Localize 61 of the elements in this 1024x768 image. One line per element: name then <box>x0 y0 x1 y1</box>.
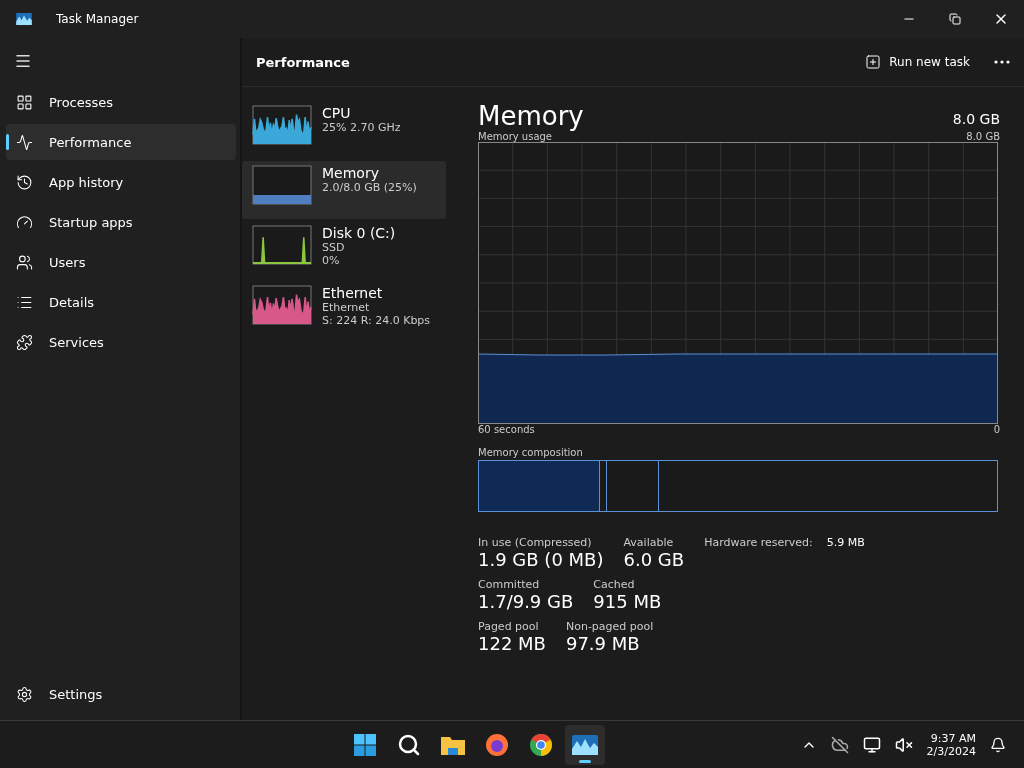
bell-icon[interactable] <box>990 736 1006 753</box>
network-icon[interactable] <box>862 735 881 754</box>
window-title: Task Manager <box>56 12 140 26</box>
stat-label: Hardware reserved: <box>704 536 813 551</box>
task-manager-icon <box>16 13 32 25</box>
page-title: Performance <box>256 54 351 70</box>
gauge-icon <box>16 213 33 231</box>
stat-label: Non-paged pool <box>565 620 654 633</box>
device-item[interactable]: Memory 2.0/8.0 GB (25%) <box>242 161 446 219</box>
device-item[interactable]: Disk 0 (C:) SSD 0% <box>242 221 446 279</box>
search-icon <box>397 732 422 757</box>
menu-icon <box>14 52 32 70</box>
grid-icon <box>16 93 33 111</box>
sidebar-item[interactable]: Services <box>6 324 236 360</box>
stat-label: Cached <box>593 578 636 591</box>
stat-value: 122 MB <box>478 633 546 654</box>
settings-button[interactable]: Settings <box>6 676 236 712</box>
sidebar-item[interactable]: Performance <box>6 124 236 160</box>
clock-date: 2/3/2024 <box>926 744 976 758</box>
more-icon <box>994 60 1010 64</box>
sidebar-item[interactable]: Startup apps <box>6 204 236 240</box>
restore-icon <box>949 13 961 25</box>
stat-value: 1.9 GB (0 MB) <box>478 549 604 570</box>
stat-label: Available <box>623 536 675 549</box>
history-icon <box>16 173 33 191</box>
run-new-task-button[interactable]: Run new task <box>859 53 976 71</box>
users-icon <box>16 253 33 271</box>
stat-value: 915 MB <box>593 591 662 612</box>
stat-label: In use (Compressed) <box>478 536 593 549</box>
sidebar-item[interactable]: Users <box>6 244 236 280</box>
taskbar-app[interactable] <box>565 724 606 765</box>
more-button[interactable] <box>994 60 1010 64</box>
sidebar-item[interactable]: Details <box>6 284 236 320</box>
stat-value: 6.0 GB <box>623 549 685 570</box>
sidebar-item[interactable]: App history <box>6 164 236 200</box>
time-axis-label: 60 seconds <box>478 424 535 435</box>
axis-min-label: 0 <box>993 424 1000 435</box>
settings-icon <box>16 685 33 703</box>
browser-logo-icon <box>485 732 510 757</box>
windows-logo-icon <box>353 732 378 757</box>
composition-label: Memory composition <box>478 447 583 458</box>
device-item[interactable]: Ethernet Ethernet S: 224 R: 24.0 Kbps <box>242 281 446 339</box>
pulse-icon <box>16 133 33 151</box>
browser-logo-icon <box>529 732 554 757</box>
stat-label: Committed <box>478 578 541 591</box>
graph-label: Memory usage <box>478 131 553 142</box>
clock-time: 9:37 AM <box>930 731 976 745</box>
cloud-off-icon[interactable] <box>830 735 849 754</box>
detail-title: Memory <box>478 101 584 131</box>
device-item[interactable]: CPU 25% 2.70 GHz <box>242 101 446 159</box>
graph-max-label: 8.0 GB <box>966 131 1000 142</box>
stat-value: 97.9 MB <box>565 633 641 654</box>
plus-icon <box>865 54 882 70</box>
stat-value: 5.9 MB <box>826 536 865 551</box>
stat-label: Paged pool <box>478 620 540 633</box>
task-manager-icon <box>572 734 599 755</box>
sidebar-item[interactable]: Processes <box>6 84 236 120</box>
puzzle-icon <box>16 333 33 351</box>
mute-icon[interactable] <box>894 735 913 754</box>
stat-value: 1.7/9.9 GB <box>478 591 574 612</box>
total-memory: 8.0 GB <box>952 111 1000 127</box>
